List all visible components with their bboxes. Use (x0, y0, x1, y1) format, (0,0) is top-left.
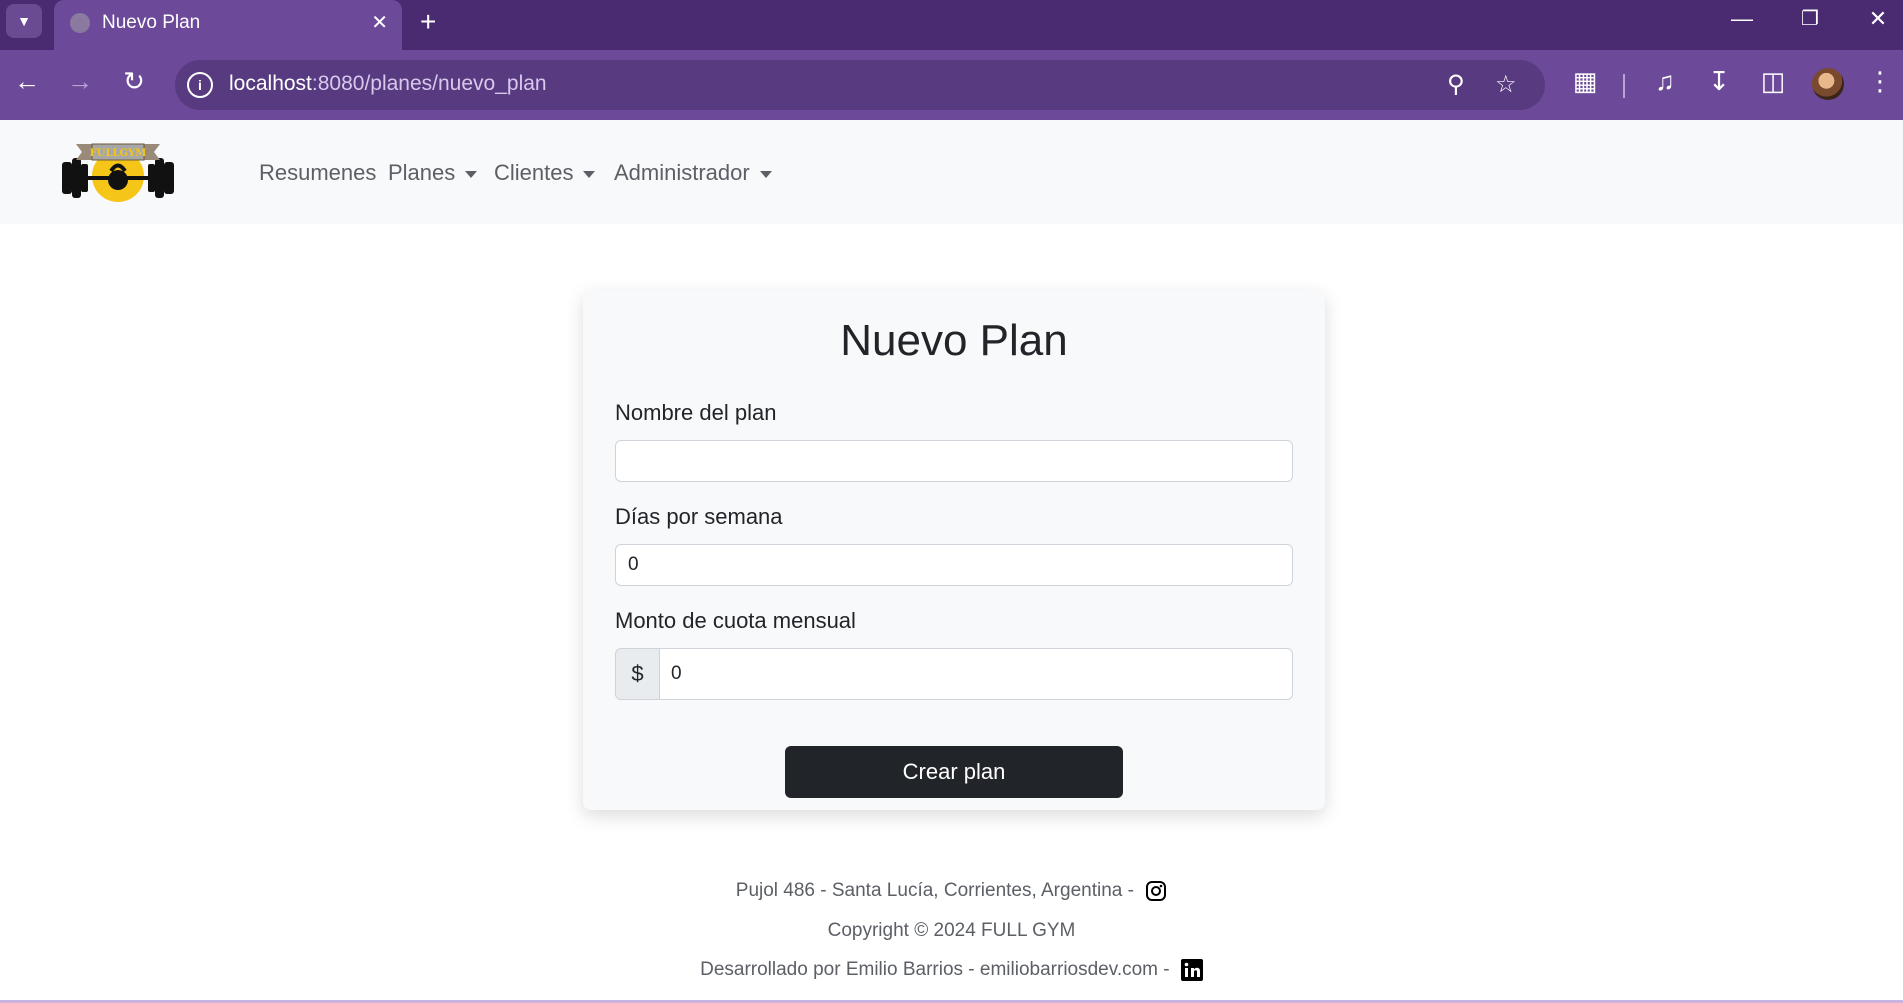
footer-copyright: Copyright © 2024 FULL GYM (827, 920, 1076, 941)
site-info-icon[interactable]: i (187, 72, 213, 98)
nav-administrador-label: Administrador (614, 160, 750, 185)
zoom-icon[interactable]: ⚲ (1447, 70, 1465, 99)
create-plan-button[interactable]: Crear plan (785, 746, 1123, 798)
new-plan-card: Nuevo Plan Nombre del plan Días por sema… (583, 290, 1325, 810)
tab-title: Nuevo Plan (102, 12, 201, 33)
browser-tabstrip: ▼ Nuevo Plan ✕ + — ❐ ✕ (0, 0, 1903, 50)
monthly-fee-label: Monto de cuota mensual (615, 608, 856, 633)
profile-avatar[interactable] (1812, 68, 1844, 100)
plan-name-input[interactable] (615, 440, 1293, 482)
nav-administrador-dropdown[interactable]: Administrador (614, 160, 772, 186)
web-page: FULLGYM Resumenes Planes Clientes Admini… (0, 120, 1903, 1003)
logo-text: FULLGYM (90, 148, 147, 159)
monthly-fee-group: $ (615, 648, 1293, 700)
restore-icon[interactable]: ❐ (1790, 6, 1830, 31)
caret-down-icon (759, 170, 772, 178)
tab-search-button[interactable]: ▼ (6, 4, 42, 38)
menu-kebab-icon[interactable]: ⋮ (1862, 66, 1898, 97)
extensions-icon[interactable]: ▦ (1567, 66, 1603, 97)
reload-icon[interactable]: ↻ (116, 66, 152, 97)
bookmark-star-icon[interactable]: ☆ (1495, 70, 1517, 99)
nav-planes-dropdown[interactable]: Planes (388, 160, 478, 186)
minimize-icon[interactable]: — (1722, 6, 1762, 32)
footer-developer-text: Desarrollado por Emilio Barrios - emilio… (700, 959, 1170, 981)
site-navbar: FULLGYM Resumenes Planes Clientes Admini… (0, 120, 1903, 224)
currency-prefix: $ (615, 648, 660, 700)
caret-down-icon (465, 170, 478, 178)
media-control-icon[interactable]: ♫ (1647, 66, 1683, 97)
browser-tab-active[interactable]: Nuevo Plan ✕ (54, 0, 402, 50)
footer-address-text: Pujol 486 - Santa Lucía, Corrientes, Arg… (735, 880, 1134, 902)
linkedin-icon[interactable] (1180, 959, 1203, 981)
back-icon[interactable]: ← (9, 66, 45, 97)
plan-name-label: Nombre del plan (615, 400, 777, 425)
toolbar-divider (1623, 74, 1625, 98)
globe-icon (70, 13, 90, 33)
nav-planes-label: Planes (388, 160, 456, 185)
chevron-down-icon: ▼ (17, 13, 31, 29)
page-title: Nuevo Plan (840, 316, 1068, 365)
nav-clientes-dropdown[interactable]: Clientes (494, 160, 596, 186)
nav-clientes-label: Clientes (494, 160, 574, 185)
days-per-week-label: Días por semana (615, 504, 783, 529)
footer-developer: Desarrollado por Emilio Barrios - emilio… (0, 959, 1903, 981)
browser-toolbar: ← → ↻ i localhost:8080/planes/nuevo_plan… (0, 50, 1903, 120)
side-panel-icon[interactable]: ◫ (1755, 66, 1791, 97)
window-close-icon[interactable]: ✕ (1858, 6, 1898, 32)
monthly-fee-input[interactable] (659, 648, 1293, 700)
address-bar[interactable]: i localhost:8080/planes/nuevo_plan ⚲ ☆ (175, 60, 1545, 110)
url-text[interactable]: localhost:8080/planes/nuevo_plan (229, 72, 547, 96)
downloads-icon[interactable]: ↧ (1701, 66, 1737, 97)
new-tab-button[interactable]: + (420, 6, 436, 38)
instagram-icon[interactable] (1145, 880, 1167, 902)
nav-resumenes[interactable]: Resumenes (259, 160, 376, 186)
close-tab-icon[interactable]: ✕ (371, 10, 388, 35)
forward-icon[interactable]: → (62, 66, 98, 97)
fullgym-logo[interactable]: FULLGYM (60, 140, 176, 206)
days-per-week-input[interactable] (615, 544, 1293, 586)
caret-down-icon (583, 170, 596, 178)
footer-address: Pujol 486 - Santa Lucía, Corrientes, Arg… (0, 880, 1903, 902)
